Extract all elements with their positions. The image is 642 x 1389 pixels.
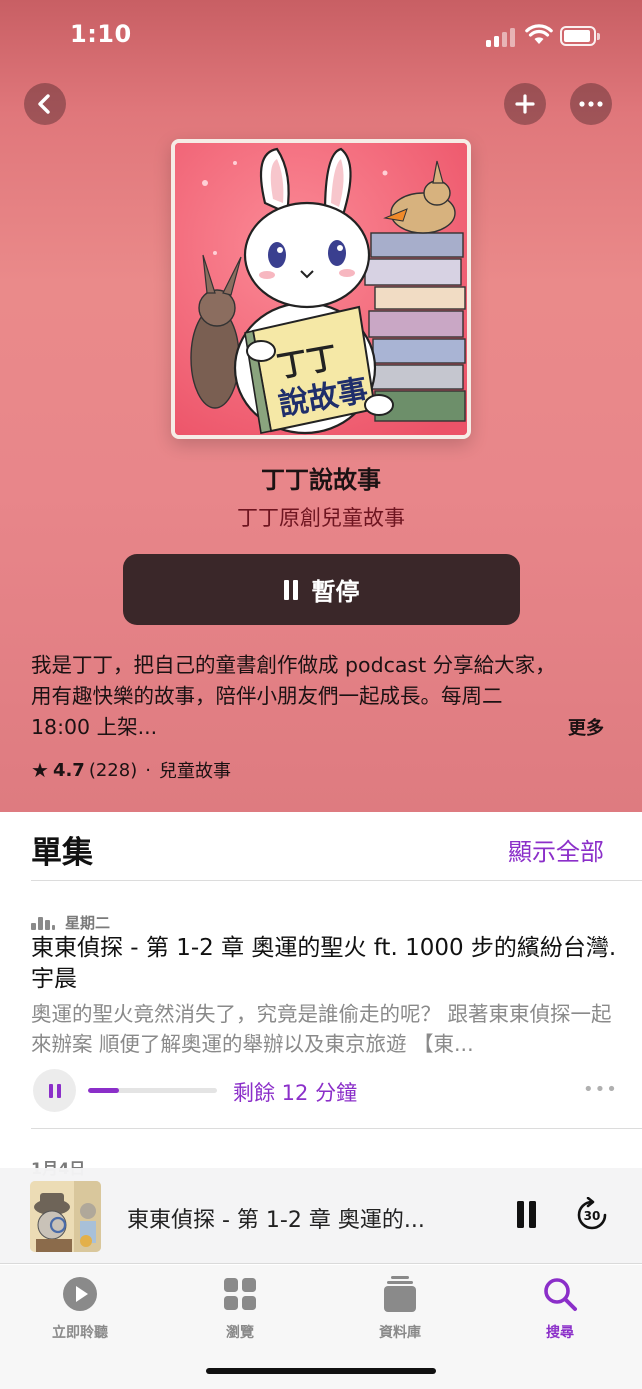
tab-label: 瀏覽 bbox=[226, 1325, 254, 1341]
pause-icon bbox=[517, 1201, 524, 1228]
episode-day: 星期二 bbox=[65, 914, 111, 932]
category-link[interactable]: 兒童故事 bbox=[159, 757, 231, 783]
show-all-link[interactable]: 顯示全部 bbox=[508, 832, 604, 867]
podcast-description: 我是丁丁，把自己的童書創作做成 podcast 分享給大家， 用有趣快樂的故事，… bbox=[31, 650, 611, 743]
mini-player-title[interactable]: 東東偵探 - 第 1-2 章 奧運的... bbox=[127, 1202, 467, 1234]
podcast-cover-art: 丁丁 說故事 bbox=[171, 139, 471, 439]
more-options-button[interactable] bbox=[570, 83, 612, 125]
mini-player[interactable]: 東東偵探 - 第 1-2 章 奧運的... 30 bbox=[0, 1168, 642, 1264]
tab-search[interactable]: 搜尋 bbox=[500, 1275, 620, 1342]
episode-title[interactable]: 東東偵探 - 第 1-2 章 奧運的聖火 ft. 1000 步的繽紛台灣.宇晨 bbox=[31, 933, 621, 995]
episode-more-button[interactable]: ••• bbox=[583, 1079, 618, 1100]
status-time: 1:10 bbox=[70, 20, 132, 48]
tab-label: 資料庫 bbox=[379, 1325, 421, 1341]
mini-player-artwork bbox=[30, 1181, 101, 1252]
skip-forward-30-icon[interactable]: 30 bbox=[574, 1197, 610, 1233]
separator: · bbox=[145, 759, 151, 781]
episode-remaining-time: 剩餘 12 分鐘 bbox=[233, 1081, 358, 1105]
pause-icon bbox=[48, 1083, 53, 1098]
wifi-icon bbox=[525, 24, 553, 44]
divider bbox=[31, 880, 642, 881]
tab-library[interactable]: 資料庫 bbox=[340, 1275, 460, 1342]
tab-label: 立即聆聽 bbox=[52, 1325, 108, 1341]
skip-seconds-label: 30 bbox=[584, 1209, 601, 1223]
podcast-author-link[interactable]: 丁丁原創兒童故事 bbox=[0, 502, 642, 532]
tab-listen-now[interactable]: 立即聆聽 bbox=[20, 1275, 140, 1342]
more-description-link[interactable]: 更多 bbox=[568, 714, 604, 740]
add-button[interactable] bbox=[504, 83, 546, 125]
tab-label: 搜尋 bbox=[546, 1325, 574, 1341]
pause-button[interactable]: 暫停 bbox=[123, 554, 520, 625]
episode-progress-fill bbox=[88, 1088, 119, 1093]
plus-icon bbox=[515, 94, 535, 114]
grid-icon bbox=[224, 1278, 256, 1310]
description-line: 我是丁丁，把自己的童書創作做成 podcast 分享給大家， bbox=[31, 653, 556, 677]
episode-progress-bar bbox=[88, 1088, 217, 1093]
pause-label: 暫停 bbox=[311, 578, 360, 606]
search-icon bbox=[544, 1278, 577, 1311]
rating-row: ★ 4.7 (228) · 兒童故事 bbox=[31, 757, 231, 783]
status-bar: 1:10 bbox=[0, 0, 642, 70]
mini-player-pause-button[interactable] bbox=[517, 1201, 536, 1228]
ellipsis-icon bbox=[579, 101, 603, 107]
battery-icon bbox=[560, 26, 600, 46]
description-line: 用有趣快樂的故事，陪伴小朋友們一起成長。每周二 bbox=[31, 684, 503, 708]
star-icon: ★ bbox=[31, 758, 49, 782]
description-line: 18:00 上架... bbox=[31, 715, 158, 739]
podcast-title: 丁丁說故事 bbox=[261, 466, 381, 494]
pause-icon bbox=[283, 579, 298, 600]
library-stack-icon bbox=[384, 1276, 416, 1312]
home-indicator bbox=[206, 1368, 436, 1374]
episode-pause-button[interactable] bbox=[33, 1069, 76, 1112]
episode-description: 奧運的聖火竟然消失了，究竟是誰偷走的呢？ 跟著東東偵探一起來辦案 順便了解奧運的… bbox=[31, 1002, 612, 1056]
episodes-section-title: 單集 bbox=[31, 835, 93, 871]
back-button[interactable] bbox=[24, 83, 66, 125]
rating-value: 4.7 bbox=[52, 759, 85, 781]
chevron-left-icon bbox=[38, 94, 50, 114]
divider bbox=[31, 1128, 642, 1129]
play-circle-icon bbox=[63, 1277, 97, 1311]
signal-icon bbox=[486, 27, 518, 47]
rating-count: (228) bbox=[88, 759, 138, 781]
now-playing-bars-icon bbox=[31, 916, 55, 930]
tab-browse[interactable]: 瀏覽 bbox=[180, 1275, 300, 1342]
episode-meta: 星期二 bbox=[31, 912, 110, 933]
